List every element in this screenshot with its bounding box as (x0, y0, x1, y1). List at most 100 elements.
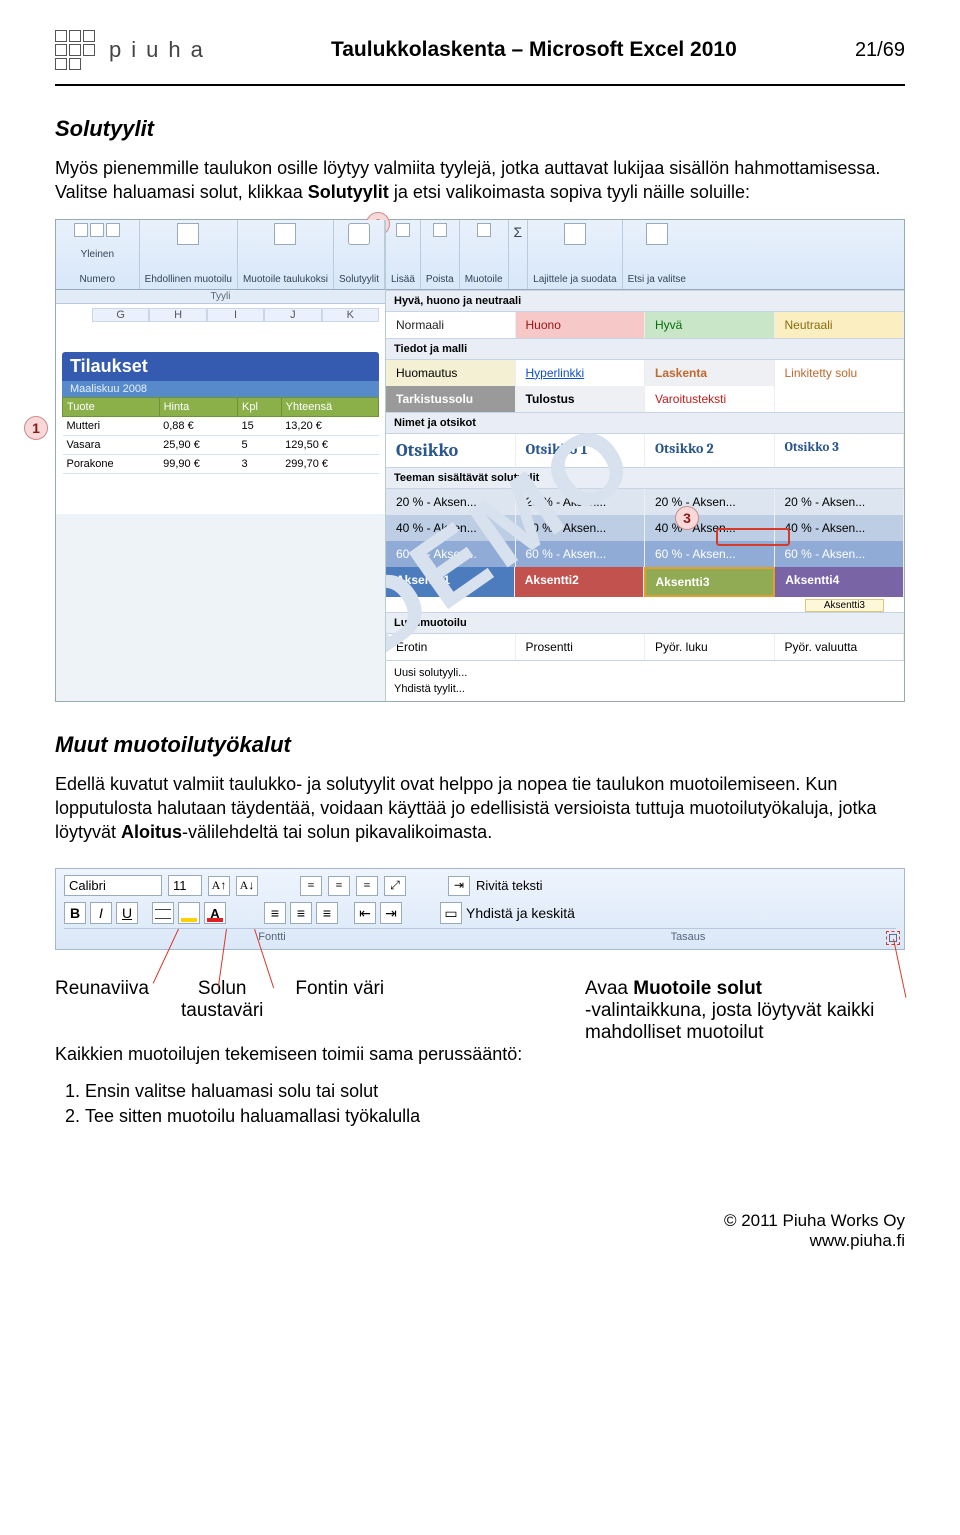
style-20-a3[interactable]: 20 % - Aksen... (645, 489, 775, 515)
italic-button[interactable]: I (90, 902, 112, 924)
style-aksentti2[interactable]: Aksentti2 (515, 567, 644, 597)
gallery-group-good-bad: Hyvä, huono ja neutraali (386, 290, 904, 312)
style-hyperlinkki[interactable]: Hyperlinkki (516, 360, 646, 386)
ribbon-btn-etsi[interactable]: Etsi ja valitse (623, 220, 691, 289)
style-60-a2[interactable]: 60 % - Aksen... (516, 541, 646, 567)
ribbon-btn-ehdollinen[interactable]: Ehdollinen muotoilu (140, 220, 238, 289)
anno-right-text: Avaa Muotoile solut -valintaikkuna, jost… (585, 978, 905, 1044)
grow-font-icon[interactable]: A↑ (208, 876, 230, 896)
style-varoitus[interactable]: Varoitusteksti (645, 386, 775, 412)
style-pyorvaluutta[interactable]: Pyör. valuutta (775, 634, 905, 660)
gallery-group-lukumuotoilu: Lukumuotoilu (386, 612, 904, 634)
rule-intro: Kaikkien muotoilujen tekemiseen toimii s… (55, 1042, 555, 1066)
ribbon-btn-muotoile[interactable]: Muotoile (460, 220, 509, 289)
style-normaali[interactable]: Normaali (386, 312, 516, 338)
tooltip-aksentti3: Aksentti3 (805, 599, 884, 612)
ribbon-btn-lajittele[interactable]: Lajittele ja suodata (528, 220, 622, 289)
align-right-icon[interactable]: ≡ (316, 902, 338, 924)
align-mid-icon[interactable]: ≡ (328, 876, 350, 896)
style-20-a4[interactable]: 20 % - Aksen... (775, 489, 905, 515)
solutyylit-icon (348, 223, 370, 245)
style-otsikko3[interactable]: Otsikko 3 (775, 434, 905, 467)
style-linkitetty[interactable]: Linkitetty solu (775, 360, 905, 386)
align-bot-icon[interactable]: ≡ (356, 876, 378, 896)
column-headers: G H I J K (92, 308, 379, 322)
rule-list: Ensin valitse haluamasi solu tai solut T… (85, 1081, 555, 1127)
align-center-icon[interactable]: ≡ (290, 902, 312, 924)
gallery-group-tiedot: Tiedot ja malli (386, 338, 904, 360)
menu-uusi-solutyyli[interactable]: Uusi solutyyli... (394, 665, 896, 681)
ribbon-btn-solutyylit[interactable]: Solutyylit (334, 220, 385, 289)
copyright: © 2011 Piuha Works Oy (55, 1211, 905, 1231)
callout-3: 3 (675, 506, 699, 530)
border-button[interactable] (152, 902, 174, 924)
align-left-icon[interactable]: ≡ (264, 902, 286, 924)
doc-title: Taulukkolaskenta – Microsoft Excel 2010 (213, 38, 855, 62)
ribbon-btn-poista[interactable]: Poista (421, 220, 460, 289)
footer-url: www.piuha.fi (55, 1231, 905, 1251)
style-60-a1[interactable]: 60 % - Aksen... (386, 541, 516, 567)
style-huomautus[interactable]: Huomautus (386, 360, 516, 386)
screenshot-solutyylit: 1 2 3 DEMO Yleinen Numero Ehdollinen muo… (55, 219, 905, 702)
highlight-aksentti3 (716, 528, 790, 546)
style-40-a1[interactable]: 40 % - Aksen... (386, 515, 516, 541)
style-aksentti3[interactable]: Aksentti3 (644, 567, 776, 597)
style-laskenta[interactable]: Laskenta (645, 360, 775, 386)
style-otsikko2[interactable]: Otsikko 2 (645, 434, 775, 467)
merge-label[interactable]: Yhdistä ja keskitä (466, 905, 575, 921)
ribbon-btn-muotoile-taulukoksi[interactable]: Muotoile taulukoksi (238, 220, 334, 289)
underline-button[interactable]: U (116, 902, 138, 924)
orientation-icon[interactable]: ⤢ (384, 876, 406, 896)
font-color-button[interactable]: A (204, 902, 226, 924)
section-heading-muut: Muut muotoilutyökalut (55, 732, 905, 758)
font-size-input[interactable] (168, 875, 202, 896)
ribbon-section-fontti: Fontti (64, 929, 480, 943)
fill-color-button[interactable] (178, 902, 200, 924)
page-number: 21/69 (855, 39, 905, 62)
shrink-font-icon[interactable]: A↓ (236, 876, 258, 896)
page-header: piuha Taulukkolaskenta – Microsoft Excel… (55, 20, 905, 80)
style-tulostus[interactable]: Tulostus (516, 386, 646, 412)
indent-inc-icon[interactable]: ⇥ (380, 902, 402, 924)
bold-button[interactable]: B (64, 902, 86, 924)
screenshot-font-ribbon: A↑ A↓ ≡ ≡ ≡ ⤢ ⇥ Rivitä teksti B I U A ≡ … (55, 868, 905, 950)
align-top-icon[interactable]: ≡ (300, 876, 322, 896)
style-prosentti[interactable]: Prosentti (516, 634, 646, 660)
style-erotin[interactable]: Erotin (386, 634, 516, 660)
ribbon-group-numero: Yleinen Numero (56, 220, 140, 289)
section1-paragraph: Myös pienemmille taulukon osille löytyy … (55, 156, 905, 205)
style-40-a2[interactable]: 40 % - Aksen... (516, 515, 646, 541)
merge-icon[interactable]: ▭ (440, 902, 462, 924)
ribbon-sigma[interactable]: Σ (509, 220, 529, 289)
header-divider (55, 84, 905, 86)
style-aksentti1[interactable]: Aksentti1 (386, 567, 515, 597)
style-neutraali[interactable]: Neutraali (775, 312, 905, 338)
style-hyva[interactable]: Hyvä (645, 312, 775, 338)
worksheet-area: G H I J K Tilaukset Maaliskuu 2008 Tuote… (56, 304, 385, 514)
style-40-a4[interactable]: 40 % - Aksen... (775, 515, 905, 541)
style-huono[interactable]: Huono (516, 312, 646, 338)
style-otsikko[interactable]: Otsikko (386, 434, 516, 467)
wrap-text-icon[interactable]: ⇥ (448, 876, 470, 896)
wrap-text-label[interactable]: Rivitä teksti (476, 878, 542, 893)
style-20-a2[interactable]: 20 % - Aksen... (516, 489, 646, 515)
style-60-a4[interactable]: 60 % - Aksen... (775, 541, 905, 567)
page-footer: © 2011 Piuha Works Oy www.piuha.fi (55, 1211, 905, 1251)
ribbon-section-tasaus: Tasaus (480, 929, 896, 943)
gallery-group-teema: Teeman sisältävät solutyylit (386, 467, 904, 489)
annotation-row: Reunaviiva Solun taustaväri Fontin väri … (55, 978, 905, 1130)
style-aksentti4[interactable]: Aksentti4 (775, 567, 904, 597)
section2-paragraph: Edellä kuvatut valmiit taulukko- ja solu… (55, 772, 905, 845)
rule-2: Tee sitten muotoilu haluamallasi työkalu… (85, 1106, 555, 1127)
style-otsikko1[interactable]: Otsikko 1 (516, 434, 646, 467)
font-name-input[interactable] (64, 875, 162, 896)
anno-label-tausta: Solun taustaväri (181, 978, 263, 1022)
brand-logo: piuha (55, 30, 213, 70)
logo-squares-icon (55, 30, 95, 70)
indent-dec-icon[interactable]: ⇤ (354, 902, 376, 924)
style-20-a1[interactable]: 20 % - Aksen... (386, 489, 516, 515)
ribbon-btn-lisaa[interactable]: Lisää (386, 220, 421, 289)
menu-yhdista-tyylit[interactable]: Yhdistä tyylit... (394, 681, 896, 697)
style-pyorluku[interactable]: Pyör. luku (645, 634, 775, 660)
style-tarkistussolu[interactable]: Tarkistussolu (386, 386, 516, 412)
